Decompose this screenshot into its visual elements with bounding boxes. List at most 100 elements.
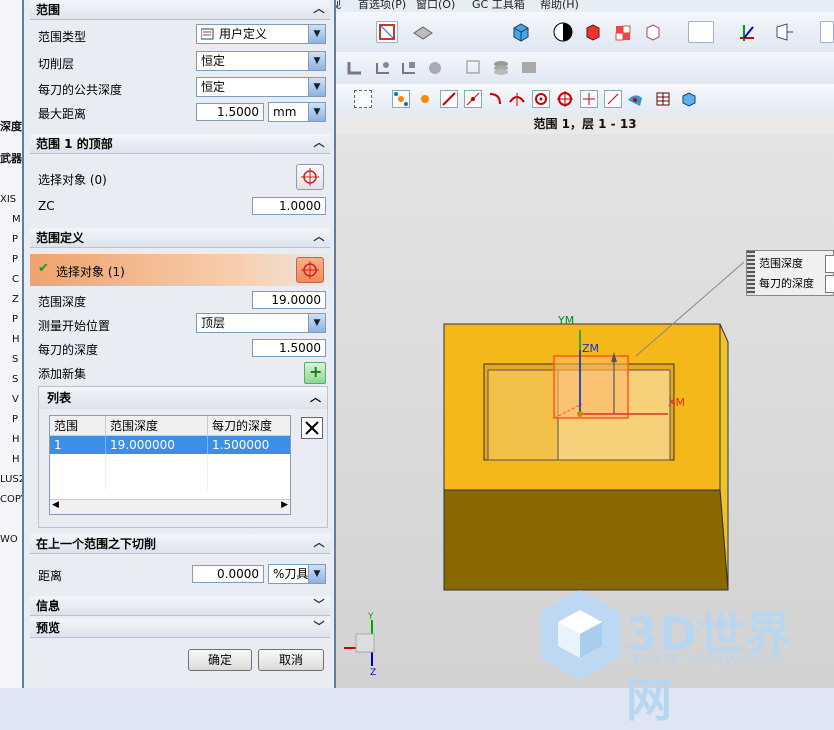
stack-icon[interactable] (520, 58, 538, 76)
distance-input[interactable]: 0.0000 (192, 565, 264, 583)
depth-per-cut-input[interactable]: 1.5000 (252, 339, 326, 357)
nav-item-copy[interactable]: COPY (0, 494, 22, 505)
menu-window[interactable]: 窗口(O) (416, 0, 455, 12)
col-header-range-depth[interactable]: 范围深度 (105, 416, 208, 436)
nav-item-plus2[interactable]: LUS2 (0, 474, 22, 485)
chevron-down-icon[interactable]: ▼ (308, 565, 325, 583)
lighting-icon[interactable] (552, 21, 574, 43)
section-cube-icon[interactable] (582, 21, 604, 43)
chevron-down-icon[interactable]: ▼ (308, 103, 325, 121)
section-range-definition[interactable]: 范围定义 ︿ (30, 228, 330, 248)
layers-icon[interactable] (492, 58, 510, 76)
callout-range-depth-label: 范围深度 (759, 257, 803, 270)
range-depth-input[interactable]: 19.0000 (252, 291, 326, 309)
generate-path-icon[interactable] (346, 59, 364, 77)
range-type-select[interactable]: 用户定义 ▼ (196, 24, 326, 44)
callout-range-depth-input[interactable] (825, 255, 834, 273)
chevron-down-icon[interactable]: ▼ (308, 25, 325, 43)
common-depth-label: 每刀的公共深度 (38, 83, 123, 97)
existing-point-icon[interactable] (580, 90, 598, 108)
ok-button[interactable]: 确定 (188, 649, 252, 671)
select-object-def-row[interactable]: ✔ 选择对象 (1) (30, 254, 330, 286)
col-header-range[interactable]: 范围 (50, 416, 106, 436)
snap-point-icon[interactable] (392, 90, 410, 108)
rectangle-select-icon[interactable] (354, 90, 372, 108)
end-point-icon[interactable] (416, 90, 434, 108)
verify-path-icon[interactable] (426, 59, 444, 77)
chevron-down-icon[interactable]: ▼ (308, 314, 325, 332)
horizontal-scrollbar[interactable]: ◀ ▶ (50, 499, 290, 514)
multi-cube-icon[interactable] (612, 21, 634, 43)
blue-cube-icon[interactable] (680, 90, 698, 108)
nav-item-workpiece[interactable]: WO (0, 534, 22, 545)
callout-grip[interactable] (747, 251, 755, 295)
section-cut-below[interactable]: 在上一个范围之下切削 ︿ (30, 534, 330, 554)
chevron-down-icon[interactable]: ﹀ (312, 598, 326, 612)
close-icon (305, 421, 319, 435)
replay-path-icon[interactable] (374, 59, 392, 77)
wcs-dynamic-icon[interactable] (736, 21, 758, 43)
nav-header-tool: 武器 (0, 152, 22, 165)
callout-depth-per-cut-input[interactable] (825, 275, 834, 293)
point-on-face-icon[interactable] (626, 90, 644, 108)
cancel-button[interactable]: 取消 (258, 649, 324, 671)
post-process-icon[interactable] (464, 58, 482, 76)
arc-center-icon[interactable] (486, 90, 504, 108)
section-range-top-title: 范围 1 的顶部 (36, 137, 113, 151)
depth-callout[interactable]: 范围深度 每刀的深度 (746, 250, 834, 296)
wcs-origin-icon[interactable] (772, 21, 794, 43)
section-info[interactable]: 信息 ﹀ (30, 596, 330, 616)
point-on-curve-icon[interactable] (604, 90, 622, 108)
menu-preferences[interactable]: 首选项(P) (358, 0, 406, 12)
render-style-icon[interactable] (412, 21, 434, 43)
select-object-def-button[interactable] (296, 257, 324, 283)
table-icon[interactable] (654, 90, 672, 108)
chevron-down-icon[interactable]: ▼ (308, 52, 325, 70)
scroll-left-icon[interactable]: ◀ (52, 500, 59, 510)
cut-layer-select[interactable]: 恒定 ▼ (196, 51, 326, 71)
chevron-up-icon[interactable]: ︿ (310, 387, 321, 409)
chevron-up-icon[interactable]: ︿ (312, 2, 326, 16)
list-header[interactable]: 列表 ︿ (39, 387, 327, 409)
col-header-depth-per-cut[interactable]: 每刀的深度 (207, 416, 290, 436)
table-cell-range: 1 (50, 435, 106, 454)
distance-unit-select[interactable]: %刀具 ▼ (268, 564, 326, 584)
intersection-icon[interactable] (508, 90, 526, 108)
snap-view-icon[interactable] (376, 21, 398, 43)
shaded-cube-icon[interactable] (510, 21, 532, 43)
zc-input[interactable]: 1.0000 (252, 197, 326, 215)
select-object-top-button[interactable] (296, 164, 324, 190)
hidden-edge-icon[interactable] (642, 21, 664, 43)
mid-point-icon[interactable] (440, 90, 458, 108)
table-row[interactable]: 1 19.000000 1.500000 (50, 435, 290, 454)
center-point-icon[interactable] (532, 90, 550, 108)
delete-row-button[interactable] (301, 417, 323, 439)
menu-gc-toolbox[interactable]: GC 工具箱 (472, 0, 525, 12)
chevron-up-icon[interactable]: ︿ (312, 536, 326, 550)
background-color-icon[interactable] (688, 21, 714, 43)
cut-layer-value: 恒定 (201, 54, 226, 68)
range-type-value: 用户定义 (219, 27, 268, 41)
max-distance-input[interactable]: 1.5000 (196, 103, 264, 121)
chevron-up-icon[interactable]: ︿ (312, 136, 326, 150)
graphics-viewport[interactable]: YM ZM XM Y Z 范围深度 每刀的深度 3D世界网 WWW.3DSJW.… (336, 114, 834, 727)
add-new-set-button[interactable]: + (304, 362, 326, 384)
section-range-top[interactable]: 范围 1 的顶部 ︿ (30, 134, 330, 154)
section-range[interactable]: 范围 ︿ (30, 0, 330, 20)
measure-start-select[interactable]: 顶层 ▼ (196, 313, 326, 333)
chevron-up-icon[interactable]: ︿ (312, 230, 326, 244)
chevron-down-icon[interactable]: ▼ (308, 78, 325, 96)
control-point-icon[interactable] (464, 90, 482, 108)
section-info-title: 信息 (36, 599, 61, 613)
max-distance-unit-select[interactable]: mm ▼ (268, 102, 326, 122)
common-depth-select[interactable]: 恒定 ▼ (196, 77, 326, 97)
menu-help[interactable]: 帮助(H) (540, 0, 579, 12)
range-list-table[interactable]: 范围 范围深度 每刀的深度 1 19.000000 1.500000 ◀ ▶ (49, 415, 291, 515)
list-path-icon[interactable] (400, 59, 418, 77)
toolbar-overflow[interactable] (820, 21, 834, 43)
quadrant-icon[interactable] (556, 90, 574, 108)
scroll-right-icon[interactable]: ▶ (281, 500, 288, 510)
nav-item-axis[interactable]: XIS (0, 194, 22, 205)
chevron-down-icon[interactable]: ﹀ (312, 620, 326, 634)
section-preview[interactable]: 预览 ﹀ (30, 618, 330, 638)
